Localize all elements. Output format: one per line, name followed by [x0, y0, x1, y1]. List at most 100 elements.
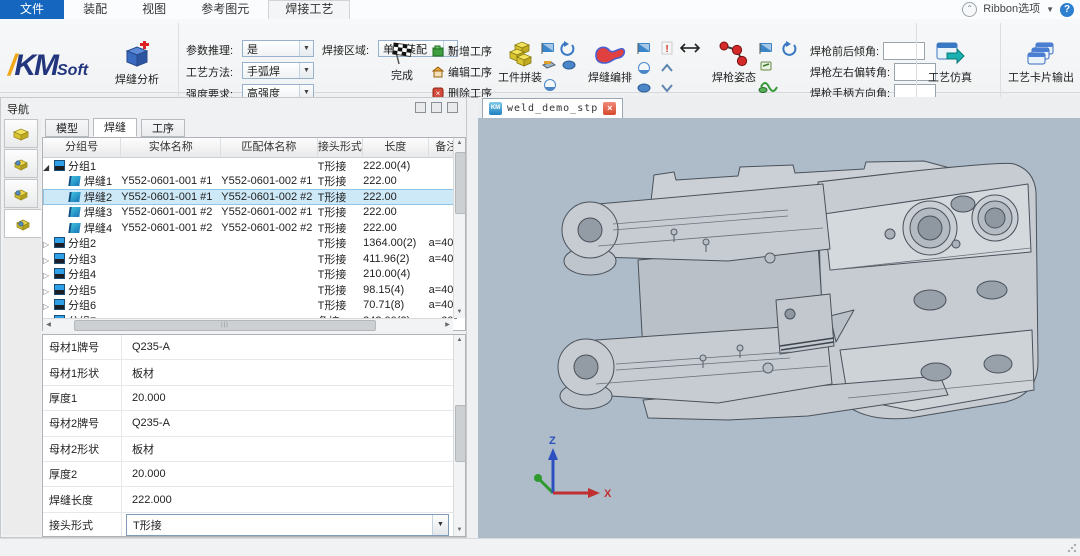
strip-assembly2-button[interactable] [4, 179, 38, 208]
menu-bar: 文件 装配 视图 参考图元 焊接工艺 ⌃ Ribbon选项 ▼ ? [0, 0, 1080, 20]
card-output-button[interactable]: 工艺卡片输出 [1008, 41, 1074, 85]
part-assembly-button[interactable]: 工件拼装 [498, 39, 542, 85]
scroll-up-icon: ▲ [454, 138, 465, 149]
tab-assembly[interactable]: 装配 [67, 0, 123, 19]
ribbon: /KMSoft 焊缝分析 分析 参数推理: 是▼ 工艺方法: 手弧焊▼ 强度 [0, 19, 1080, 93]
method-label: 工艺方法: [186, 64, 233, 80]
table-row-group[interactable]: 分组6 T形接70.71(8)a=40° [43, 298, 465, 314]
strip-model-button[interactable] [4, 119, 38, 148]
prop-row[interactable]: 厚度220.000 [43, 462, 465, 487]
checkered-flag-icon [390, 41, 414, 65]
weld-arrange-icon [593, 41, 627, 67]
torch-pose-button[interactable]: 焊枪姿态 [712, 41, 756, 85]
arrange-tools-icons[interactable]: ! [636, 41, 706, 97]
axis-z-label: Z [549, 435, 556, 447]
prop-row[interactable]: 焊缝长度222.000 [43, 487, 465, 512]
nav-pin-icon[interactable] [431, 102, 442, 113]
table-row-weld[interactable]: 焊缝1 Y552-0601-001 #1Y552-0601-002 #1 T形接… [43, 174, 465, 190]
torch-pitch-label: 焊枪前后倾角: [810, 43, 879, 59]
prop-row[interactable]: 母材2形状板材 [43, 437, 465, 462]
ribbon-options-button[interactable]: Ribbon选项 [983, 0, 1040, 19]
group-icon [54, 268, 65, 279]
props-vscrollbar[interactable]: ▲ ▼ [453, 335, 465, 536]
table-row-group[interactable]: 分组5 T形接98.15(4)a=40° [43, 282, 465, 298]
method-select[interactable]: 手弧焊▼ [242, 62, 314, 79]
tab-file[interactable]: 文件 [0, 0, 64, 19]
param-infer-label: 参数推理: [186, 42, 233, 58]
scroll-right-icon: ▶ [442, 320, 453, 331]
scroll-up-icon: ▲ [454, 335, 465, 346]
resize-grip[interactable] [1067, 543, 1077, 553]
nav-panel-title: 导航 [7, 101, 29, 117]
document-tab[interactable]: KM weld_demo_stp × [482, 98, 623, 118]
help-icon[interactable]: ? [1060, 3, 1074, 17]
nav-dock-icon[interactable] [415, 102, 426, 113]
chevron-down-icon: ▼ [1046, 0, 1054, 19]
scroll-down-icon: ▼ [454, 525, 465, 536]
close-icon[interactable]: × [603, 102, 616, 115]
minimize-ribbon-icon[interactable]: ⌃ [962, 2, 977, 17]
kmsoft-logo: /KMSoft [8, 49, 108, 89]
status-bar [0, 538, 1080, 556]
weld-properties-grid: 母材1牌号Q235-A 母材1形状板材 厚度120.000 母材2牌号Q235-… [42, 334, 466, 537]
axis-triad: Z X [534, 435, 612, 500]
table-row-weld-selected[interactable]: 焊缝2 Y552-0601-001 #1Y552-0601-002 #2 T形接… [43, 189, 465, 205]
tab-model[interactable]: 模型 [45, 119, 89, 137]
weld-analysis-icon [123, 41, 151, 69]
group-icon [54, 284, 65, 295]
table-hscrollbar[interactable]: ◀ ||| ▶ [43, 318, 453, 331]
torch-yaw-label: 焊枪左右偏转角: [810, 64, 890, 80]
table-vscrollbar[interactable]: ▲ ▼ [453, 138, 465, 318]
simulate-button[interactable]: 工艺仿真 [928, 41, 972, 85]
group-icon [54, 237, 65, 248]
weld-table: 分组号 实体名称 匹配体名称 接头形式 长度 备注 分组1 T形接222.00(… [42, 137, 466, 331]
add-process-icon [432, 45, 444, 57]
prop-row[interactable]: 母材1形状板材 [43, 360, 465, 385]
table-row-weld[interactable]: 焊缝3 Y552-0601-001 #2Y552-0601-002 #1 T形接… [43, 205, 465, 221]
torch-pitch-input[interactable] [883, 42, 925, 60]
nav-close-icon[interactable] [447, 102, 458, 113]
chevron-down-icon: ▼ [299, 63, 313, 78]
table-row-group[interactable]: 分组1 T形接222.00(4) [43, 158, 465, 174]
tab-weld-process[interactable]: 焊接工艺 [268, 0, 350, 19]
assembly-tools-icons[interactable] [540, 41, 584, 97]
table-row-group[interactable]: 分组3 T形接411.96(2)a=40° [43, 251, 465, 267]
card-output-icon [1026, 41, 1056, 67]
prop-row[interactable]: 母材2牌号Q235-A [43, 411, 465, 436]
edit-process-button[interactable]: 编辑工序 [432, 64, 492, 80]
tab-process[interactable]: 工序 [141, 119, 185, 137]
tab-view[interactable]: 视图 [126, 0, 182, 19]
viewport-tab-bar: KM weld_demo_stp × [478, 97, 1080, 119]
weld-table-header[interactable]: 分组号 实体名称 匹配体名称 接头形式 长度 备注 [43, 138, 465, 158]
add-process-button[interactable]: 新增工序 [432, 43, 492, 59]
cad-model: Z X [478, 118, 1080, 538]
weld-arrange-button[interactable]: 焊缝编排 [588, 41, 632, 85]
finish-button[interactable]: 完成 [390, 41, 414, 83]
part-assembly-icon [505, 39, 535, 67]
weld-analysis-button[interactable]: 焊缝分析 [115, 41, 159, 87]
table-row-weld[interactable]: 焊缝4 Y552-0601-001 #2Y552-0601-002 #2 T形接… [43, 220, 465, 236]
side-icon-strip [3, 119, 41, 535]
tab-reference[interactable]: 参考图元 [185, 0, 265, 19]
torch-tools-icons[interactable] [758, 41, 804, 99]
table-row-group[interactable]: 分组2 T形接1364.00(2)a=40° [43, 236, 465, 252]
yellow-box-icon [12, 127, 30, 141]
chevron-down-icon: ▼ [299, 41, 313, 56]
simulate-icon [935, 41, 965, 67]
weld-icon [68, 192, 80, 202]
prop-row[interactable]: 母材1牌号Q235-A [43, 335, 465, 360]
param-infer-select[interactable]: 是▼ [242, 40, 314, 57]
model-canvas[interactable]: Z X [478, 118, 1080, 538]
strip-weld-nav-button[interactable] [4, 209, 41, 238]
table-row-group[interactable]: 分组4 T形接210.00(4) [43, 267, 465, 283]
chevron-down-icon: ▼ [432, 515, 448, 535]
group-icon [54, 299, 65, 310]
tab-weld[interactable]: 焊缝 [93, 118, 137, 137]
prop-row-joint-type[interactable]: 接头形式 T形接▼ [43, 513, 465, 537]
yellow-part-icon [14, 217, 32, 231]
joint-type-select[interactable]: T形接▼ [126, 514, 449, 536]
prop-row[interactable]: 厚度120.000 [43, 386, 465, 411]
weld-region-label: 焊接区域: [322, 42, 369, 58]
strip-assembly1-button[interactable] [4, 149, 38, 178]
viewport-area: KM weld_demo_stp × [478, 97, 1080, 538]
